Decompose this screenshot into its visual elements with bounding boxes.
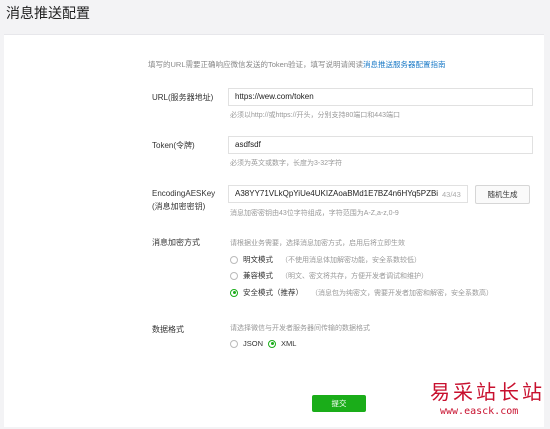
watermark-url: www.easck.com	[440, 406, 519, 417]
url-hint: 必须以http://或https://开头，分别支持80端口和443端口	[230, 112, 400, 119]
encrypt-option-secure-label: 安全模式（推荐）	[243, 288, 303, 297]
url-label: URL(服务器地址)	[152, 93, 214, 102]
config-form: 填写的URL需要正确响应微信发送的Token验证，填写说明请阅读消息推送服务器配…	[4, 34, 544, 427]
encrypt-option-compatible[interactable]: 兼容模式 （明文、密文将共存，方便开发者调试和维护）	[230, 270, 428, 281]
encrypt-mode-label: 消息加密方式	[152, 238, 200, 247]
encrypt-option-compatible-label: 兼容模式	[243, 271, 273, 280]
encrypt-option-compatible-desc: （明文、密文将共存，方便开发者调试和维护）	[281, 272, 428, 280]
intro-text: 填写的URL需要正确响应微信发送的Token验证，填写说明请阅读消息推送服务器配…	[148, 59, 446, 70]
data-format-label: 数据格式	[152, 325, 184, 334]
aeskey-input[interactable]: A38YY71VLkQpYiUe4UKIZAoaBMd1E7BZ4n6HYq5P…	[228, 185, 468, 203]
format-option-xml[interactable]: XML	[268, 339, 304, 348]
radio-plain[interactable]	[230, 255, 238, 264]
watermark-logo: 易采站长站	[430, 380, 545, 404]
aeskey-counter: 43/43	[442, 190, 461, 199]
encrypt-option-secure[interactable]: 安全模式（推荐） （消息包为纯密文，需要开发者加密和解密，安全系数高）	[230, 287, 493, 298]
config-guide-link[interactable]: 消息推送服务器配置指南	[363, 60, 446, 69]
radio-json[interactable]	[230, 339, 238, 348]
radio-xml[interactable]	[268, 339, 276, 348]
intro-description: 填写的URL需要正确响应微信发送的Token验证，填写说明请阅读	[148, 60, 364, 69]
encrypt-option-plain-label: 明文模式	[243, 255, 273, 264]
encrypt-mode-hint: 请根据业务需要，选择消息加密方式，启用后将立即生效	[230, 240, 405, 247]
aeskey-label-sub: (消息加密密钥)	[152, 202, 206, 211]
encrypt-option-plain[interactable]: 明文模式 （不使用消息体加解密功能，安全系数较低）	[230, 254, 421, 265]
radio-compatible[interactable]	[230, 271, 238, 280]
format-option-json-label: JSON	[243, 339, 264, 348]
aeskey-label: EncodingAESKey	[152, 189, 216, 198]
token-hint: 必须为英文或数字，长度为3-32字符	[230, 160, 343, 167]
format-option-json[interactable]: JSON	[230, 339, 271, 348]
submit-button[interactable]: 提交	[312, 395, 366, 412]
encrypt-option-plain-desc: （不使用消息体加解密功能，安全系数较低）	[281, 256, 421, 264]
data-format-hint: 请选择微信与开发者服务器间传输的数据格式	[230, 325, 370, 332]
format-option-xml-label: XML	[281, 339, 297, 348]
token-input[interactable]: asdfsdf	[228, 136, 533, 154]
generate-key-button[interactable]: 随机生成	[475, 185, 530, 204]
encrypt-option-secure-desc: （消息包为纯密文，需要开发者加密和解密，安全系数高）	[311, 289, 493, 297]
token-label: Token(令牌)	[152, 141, 195, 150]
url-input[interactable]: https://wew.com/token	[228, 88, 533, 106]
radio-secure[interactable]	[230, 288, 238, 297]
aeskey-hint: 消息加密密钥由43位字符组成，字符范围为A-Z,a-z,0-9	[230, 210, 399, 217]
page-title: 消息推送配置	[0, 0, 550, 30]
